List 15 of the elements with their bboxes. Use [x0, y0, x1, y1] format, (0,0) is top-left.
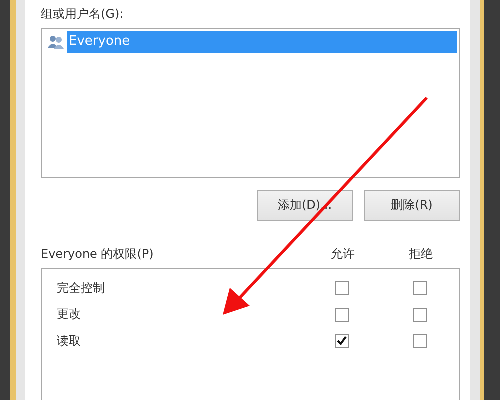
- users-icon: [48, 35, 64, 49]
- checkbox[interactable]: [413, 334, 427, 348]
- column-header: 拒绝: [408, 246, 434, 262]
- permission-name: 更改: [57, 306, 82, 324]
- checkbox[interactable]: [335, 308, 349, 322]
- checkbox[interactable]: [335, 281, 349, 296]
- permission-name: 读取: [57, 332, 82, 350]
- remove-button[interactable]: 删除(R): [364, 190, 460, 221]
- group-label: 组或用户名(G):: [41, 6, 125, 22]
- column-header: 允许: [330, 246, 356, 262]
- permission-name: 完全控制: [57, 280, 106, 297]
- checkbox[interactable]: [413, 281, 427, 296]
- checkbox[interactable]: [413, 308, 427, 322]
- checkbox[interactable]: [335, 334, 349, 348]
- permissions-label: Everyone 的权限(P): [41, 246, 155, 262]
